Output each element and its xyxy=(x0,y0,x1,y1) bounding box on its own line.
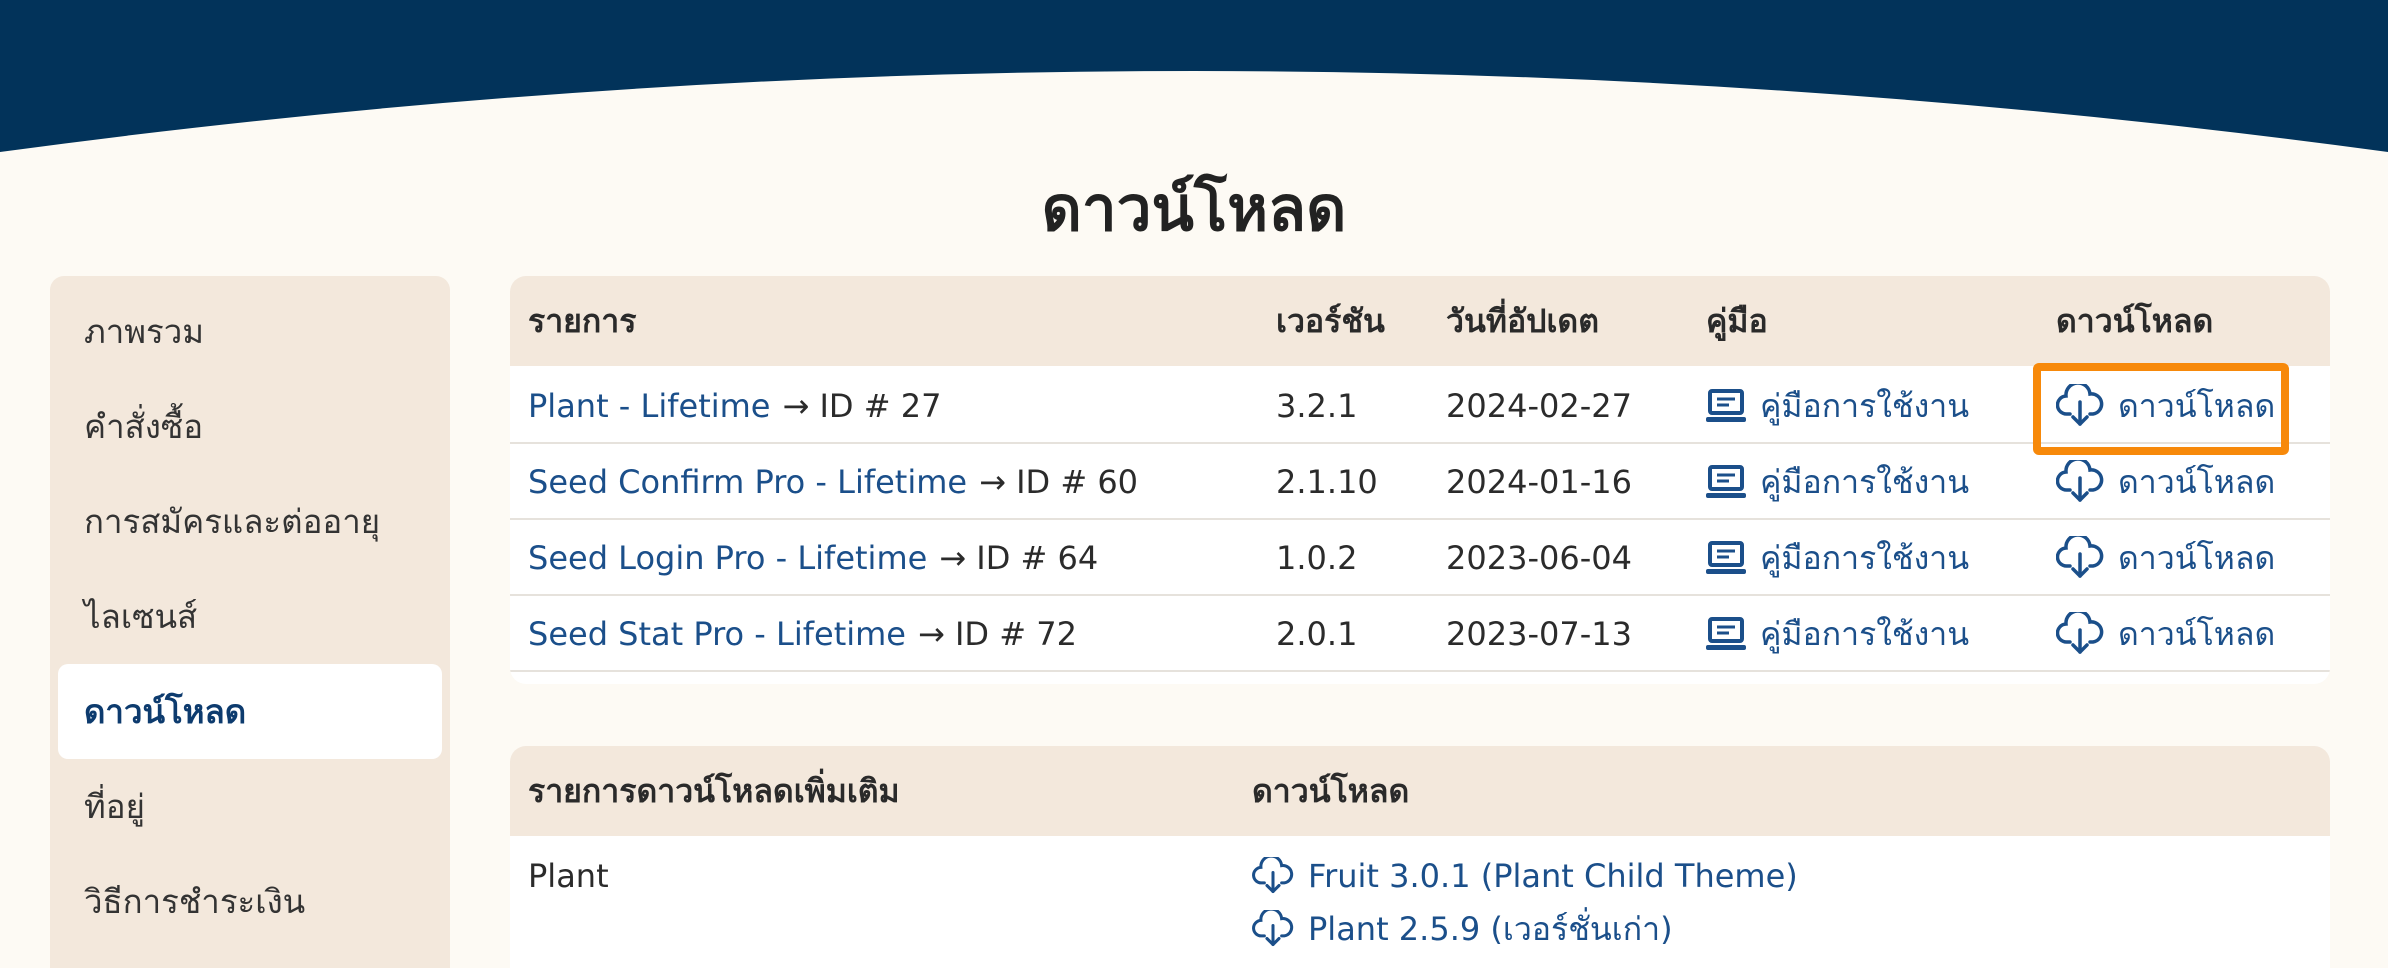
date-cell: 2023-06-04 xyxy=(1446,539,1632,577)
product-cell: Seed Login Pro - Lifetime → ID # 64 xyxy=(528,520,1098,596)
product-link[interactable]: Seed Stat Pro - Lifetime xyxy=(528,615,906,653)
cloud-download-icon xyxy=(1252,910,1294,948)
sidebar-item-label: การสมัครและต่ออายุ xyxy=(84,502,381,541)
manual-link[interactable]: คู่มือการใช้งาน xyxy=(1706,368,1969,444)
sidebar-item-label: ภาพรวม xyxy=(84,312,205,351)
header-banner xyxy=(0,0,2388,152)
manual-label: คู่มือการใช้งาน xyxy=(1760,614,1970,653)
date-cell: 2024-01-16 xyxy=(1446,463,1632,501)
download-label: ดาวน์โหลด xyxy=(2118,538,2276,577)
column-header-extra-item: รายการดาวน์โหลดเพิ่มเติม xyxy=(528,771,900,810)
date-cell: 2023-07-13 xyxy=(1446,615,1632,653)
table-row: Seed Confirm Pro - Lifetime → ID # 60 2.… xyxy=(510,444,2330,520)
download-link[interactable]: ดาวน์โหลด xyxy=(2056,444,2275,520)
laptop-icon xyxy=(1706,465,1746,499)
cloud-download-icon xyxy=(2056,612,2104,656)
sidebar-item-subscriptions[interactable]: การสมัครและต่ออายุ xyxy=(58,474,442,569)
version-cell: 3.2.1 xyxy=(1276,387,1358,425)
sidebar-item-label: ไลเซนส์ xyxy=(84,597,198,636)
extra-item-name: Plant xyxy=(528,857,609,895)
extra-download-link[interactable]: Plant 2.5.9 (เวอร์ชั่นเก่า) xyxy=(1252,904,1673,954)
cloud-download-icon xyxy=(2056,536,2104,580)
column-header-download: ดาวน์โหลด xyxy=(2056,301,2214,340)
column-header-version: เวอร์ชัน xyxy=(1276,301,1385,340)
date-cell: 2024-02-27 xyxy=(1446,387,1632,425)
cloud-download-icon xyxy=(2056,460,2104,504)
table-row: Seed Stat Pro - Lifetime → ID # 72 2.0.1… xyxy=(510,596,2330,672)
product-link[interactable]: Seed Confirm Pro - Lifetime xyxy=(528,463,967,501)
sidebar-item-payment-methods[interactable]: วิธีการชำระเงิน xyxy=(58,854,442,949)
column-header-updated: วันที่อัปเดต xyxy=(1446,301,1599,340)
sidebar-item-licenses[interactable]: ไลเซนส์ xyxy=(58,569,442,664)
downloads-table: รายการ เวอร์ชัน วันที่อัปเดต คู่มือ ดาวน… xyxy=(510,276,2330,684)
manual-link[interactable]: คู่มือการใช้งาน xyxy=(1706,444,1969,520)
manual-label: คู่มือการใช้งาน xyxy=(1760,386,1970,425)
extra-download-label: Plant 2.5.9 (เวอร์ชั่นเก่า) xyxy=(1308,909,1673,948)
sidebar-item-label: คำสั่งซื้อ xyxy=(84,407,204,446)
product-id: → ID # 64 xyxy=(939,539,1099,577)
sidebar-item-overview[interactable]: ภาพรวม xyxy=(58,284,442,379)
sidebar-item-label: วิธีการชำระเงิน xyxy=(84,882,306,921)
extra-download-link[interactable]: Fruit 3.0.1 (Plant Child Theme) xyxy=(1252,851,1798,901)
version-cell: 1.0.2 xyxy=(1276,539,1358,577)
product-cell: Seed Stat Pro - Lifetime → ID # 72 xyxy=(528,596,1077,672)
version-cell: 2.1.10 xyxy=(1276,463,1378,501)
laptop-icon xyxy=(1706,541,1746,575)
product-link[interactable]: Seed Login Pro - Lifetime xyxy=(528,539,927,577)
download-link[interactable]: ดาวน์โหลด xyxy=(2056,596,2275,672)
extra-download-label: Fruit 3.0.1 (Plant Child Theme) xyxy=(1308,857,1798,895)
column-header-item: รายการ xyxy=(528,301,637,340)
manual-label: คู่มือการใช้งาน xyxy=(1760,462,1970,501)
product-link[interactable]: Plant - Lifetime xyxy=(528,387,770,425)
table-header: รายการดาวน์โหลดเพิ่มเติม ดาวน์โหลด xyxy=(510,746,2330,836)
column-header-manual: คู่มือ xyxy=(1706,301,1768,340)
laptop-icon xyxy=(1706,617,1746,651)
product-id: → ID # 72 xyxy=(917,615,1077,653)
page-title: ดาวน์โหลด xyxy=(1041,172,1347,245)
version-cell: 2.0.1 xyxy=(1276,615,1358,653)
sidebar-item-orders[interactable]: คำสั่งซื้อ xyxy=(58,379,442,474)
cloud-download-icon xyxy=(1252,857,1294,895)
sidebar-item-addresses[interactable]: ที่อยู่ xyxy=(58,759,442,854)
download-link[interactable]: ดาวน์โหลด xyxy=(2056,520,2275,596)
manual-label: คู่มือการใช้งาน xyxy=(1760,538,1970,577)
product-cell: Seed Confirm Pro - Lifetime → ID # 60 xyxy=(528,444,1138,520)
table-row: Seed Login Pro - Lifetime → ID # 64 1.0.… xyxy=(510,520,2330,596)
column-header-extra-download: ดาวน์โหลด xyxy=(1252,771,1410,810)
sidebar-item-downloads[interactable]: ดาวน์โหลด xyxy=(58,664,442,759)
download-highlight-box xyxy=(2033,363,2289,455)
download-label: ดาวน์โหลด xyxy=(2118,614,2276,653)
sidebar-item-label: ที่อยู่ xyxy=(84,787,145,826)
product-id: → ID # 60 xyxy=(979,463,1139,501)
sidebar-item-label: ดาวน์โหลด xyxy=(84,692,247,731)
laptop-icon xyxy=(1706,389,1746,423)
manual-link[interactable]: คู่มือการใช้งาน xyxy=(1706,596,1969,672)
table-header: รายการ เวอร์ชัน วันที่อัปเดต คู่มือ ดาวน… xyxy=(510,276,2330,366)
download-label: ดาวน์โหลด xyxy=(2118,462,2276,501)
account-sidebar: ภาพรวม คำสั่งซื้อ การสมัครและต่ออายุ ไลเ… xyxy=(50,276,450,968)
product-cell: Plant - Lifetime → ID # 27 xyxy=(528,368,941,444)
manual-link[interactable]: คู่มือการใช้งาน xyxy=(1706,520,1969,596)
product-id: → ID # 27 xyxy=(782,387,942,425)
extra-downloads-table: รายการดาวน์โหลดเพิ่มเติม ดาวน์โหลด Plant… xyxy=(510,746,2330,968)
